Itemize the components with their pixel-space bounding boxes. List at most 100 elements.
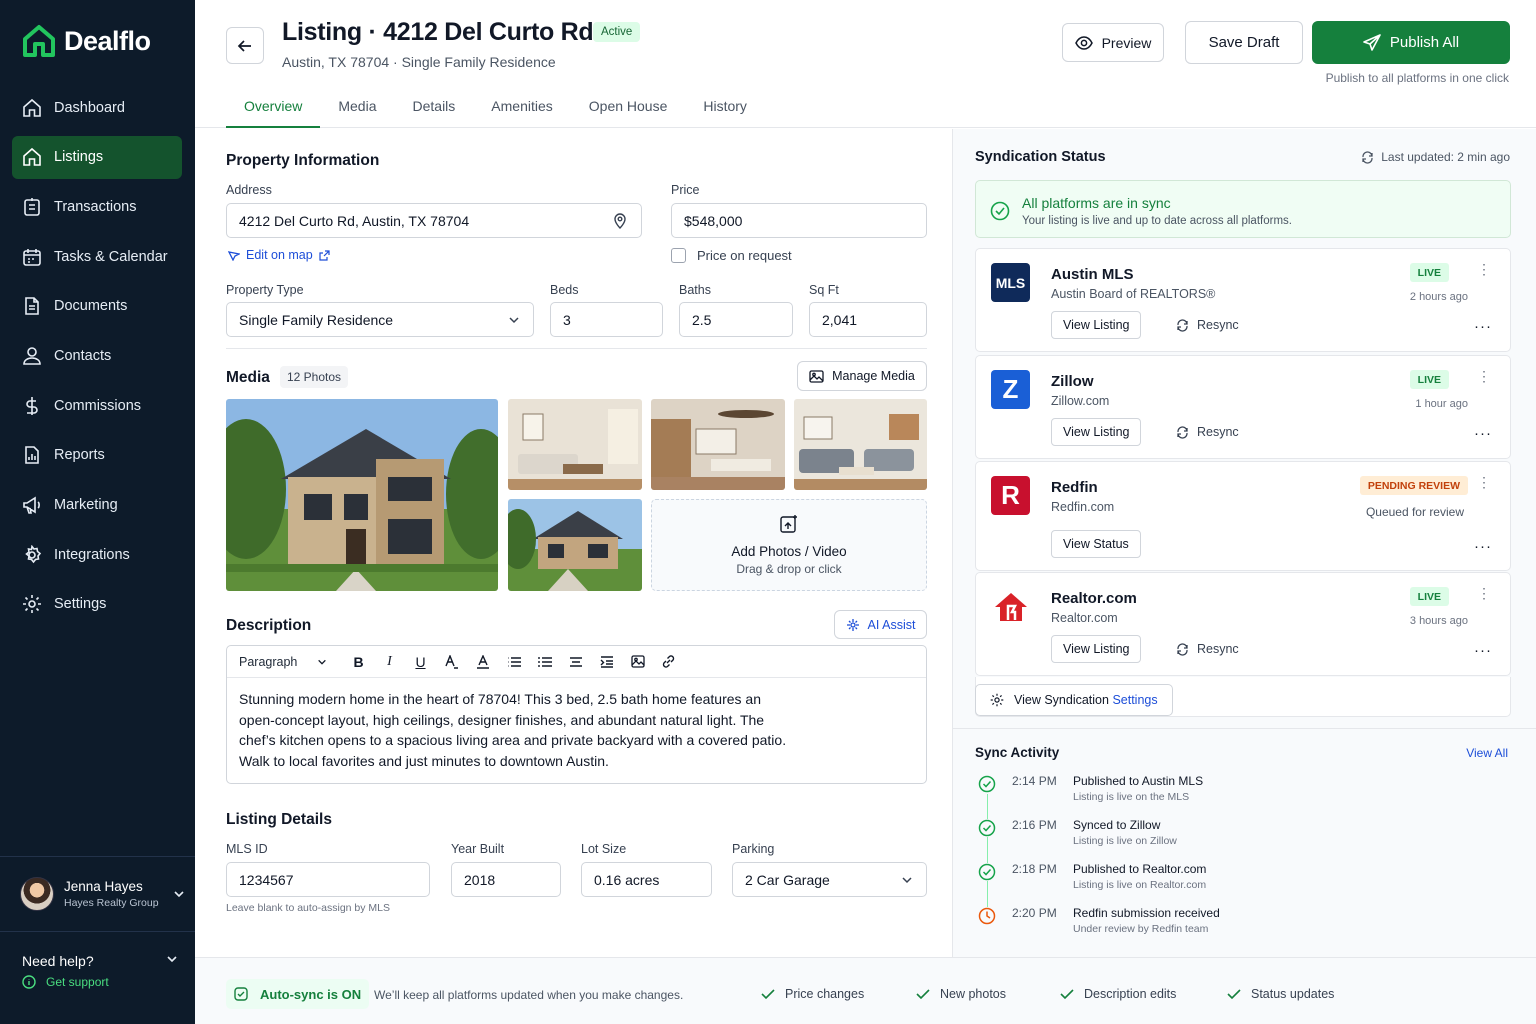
sidebar-item-dashboard[interactable]: Dashboard xyxy=(12,86,182,129)
bullet-list-button[interactable] xyxy=(498,656,529,668)
check-circle-icon xyxy=(978,775,996,793)
numbered-list-button[interactable] xyxy=(529,656,560,668)
activity-subtitle: Listing is live on Realtor.com xyxy=(1073,879,1207,891)
indent-button[interactable] xyxy=(591,655,622,668)
sidebar-nav: Dashboard Listings Transactions Tasks & … xyxy=(12,86,182,633)
sidebar-item-tasks[interactable]: Tasks & Calendar xyxy=(12,235,182,278)
publish-all-button[interactable]: Publish All xyxy=(1312,21,1510,64)
tab-amenities[interactable]: Amenities xyxy=(473,86,570,128)
paragraph-format-select[interactable]: Paragraph xyxy=(239,655,343,669)
kebab-menu-icon[interactable]: ⋮ xyxy=(1477,475,1491,489)
back-button[interactable] xyxy=(226,27,264,64)
align-button[interactable] xyxy=(560,656,591,668)
highlight-button[interactable] xyxy=(467,654,498,669)
report-icon xyxy=(25,446,39,465)
sidebar-item-marketing[interactable]: Marketing xyxy=(12,484,182,527)
user-menu[interactable]: Jenna Hayes Hayes Realty Group xyxy=(0,856,195,932)
parking-select[interactable]: 2 Car Garage xyxy=(732,862,927,897)
baths-field[interactable]: 2.5 xyxy=(679,302,793,337)
view-all-link[interactable]: View All xyxy=(1466,746,1508,760)
description-editor[interactable]: Paragraph B I U Stunning modern home in … xyxy=(226,645,927,784)
sidebar-item-commissions[interactable]: Commissions xyxy=(12,384,182,427)
gear-icon xyxy=(990,693,1004,707)
lot-size-field[interactable]: 0.16 acres xyxy=(581,862,712,897)
more-options-icon[interactable]: ··· xyxy=(1474,425,1492,442)
platform-name: Austin MLS xyxy=(1051,266,1134,283)
tab-overview[interactable]: Overview xyxy=(226,86,321,128)
logo[interactable]: Dealflo xyxy=(22,24,151,58)
activity-item: 2:20 PM Redfin submission received Under… xyxy=(975,906,1515,946)
beds-field[interactable]: 3 xyxy=(550,302,663,337)
refresh-icon xyxy=(1362,150,1373,164)
sidebar-item-reports[interactable]: Reports xyxy=(12,434,182,477)
brand-name: Dealflo xyxy=(64,25,151,56)
autosync-toggle[interactable]: Auto-sync is ON xyxy=(226,979,370,1009)
tab-media[interactable]: Media xyxy=(320,86,394,128)
lot-size-label: Lot Size xyxy=(581,842,627,856)
view-listing-button[interactable]: View Listing xyxy=(1051,311,1142,339)
sidebar-item-settings[interactable]: Settings xyxy=(12,583,182,626)
bold-button[interactable]: B xyxy=(343,654,374,670)
sidebar-item-contacts[interactable]: Contacts xyxy=(12,334,182,377)
kebab-menu-icon[interactable]: ⋮ xyxy=(1477,262,1491,276)
price-on-request-checkbox[interactable]: Price on request xyxy=(671,248,792,263)
parking-value: 2 Car Garage xyxy=(745,871,830,888)
view-listing-button[interactable]: View Listing xyxy=(1051,418,1142,446)
activity-time: 2:20 PM xyxy=(1012,906,1057,920)
year-built-field[interactable]: 2018 xyxy=(451,862,561,897)
photo-thumbnail[interactable] xyxy=(508,499,642,591)
tab-history[interactable]: History xyxy=(685,86,765,128)
platform-card-austin-mls: MLS Austin MLS Austin Board of REALTORS®… xyxy=(975,248,1511,352)
activity-item: 2:16 PM Synced to Zillow Listing is live… xyxy=(975,818,1515,858)
kebab-menu-icon[interactable]: ⋮ xyxy=(1477,586,1491,600)
save-draft-button[interactable]: Save Draft xyxy=(1185,21,1303,64)
property-info-title: Property Information xyxy=(226,152,380,169)
ai-assist-button[interactable]: AI Assist xyxy=(834,610,927,639)
sidebar-item-listings[interactable]: Listings xyxy=(12,135,182,179)
price-field[interactable]: $548,000 xyxy=(671,203,927,238)
photo-thumbnail[interactable] xyxy=(794,399,927,490)
description-text[interactable]: Stunning modern home in the heart of 787… xyxy=(227,678,926,782)
sidebar-item-transactions[interactable]: Transactions xyxy=(12,185,182,228)
platform-subtitle: Zillow.com xyxy=(1051,394,1110,408)
photo-thumbnail[interactable] xyxy=(508,399,642,490)
resync-button[interactable]: Resync xyxy=(1176,318,1239,332)
platform-card-zillow: Z Zillow Zillow.com View Listing Resync … xyxy=(975,355,1511,459)
manage-media-label: Manage Media xyxy=(832,369,915,383)
activity-title: Synced to Zillow xyxy=(1073,818,1161,832)
edit-on-map-link[interactable]: Edit on map xyxy=(228,248,330,262)
tab-open-house[interactable]: Open House xyxy=(571,86,686,128)
chevron-down-icon xyxy=(173,891,184,898)
view-listing-button[interactable]: View Listing xyxy=(1051,635,1142,663)
photo-thumbnail[interactable] xyxy=(651,399,785,490)
insert-image-button[interactable] xyxy=(622,655,653,668)
resync-button[interactable]: Resync xyxy=(1176,425,1239,439)
document-icon xyxy=(24,197,40,216)
sqft-field[interactable]: 2,041 xyxy=(809,302,927,337)
address-field[interactable]: 4212 Del Curto Rd, Austin, TX 78704 xyxy=(226,203,642,238)
italic-button[interactable]: I xyxy=(374,654,405,670)
insert-link-button[interactable] xyxy=(653,654,684,669)
property-type-select[interactable]: Single Family Residence xyxy=(226,302,534,337)
add-photos-dropzone[interactable]: Add Photos / Video Drag & drop or click xyxy=(651,499,927,591)
underline-button[interactable]: U xyxy=(405,654,436,670)
last-updated[interactable]: Last updated: 2 min ago xyxy=(1361,150,1510,164)
more-options-icon[interactable]: ··· xyxy=(1474,538,1492,555)
sync-trigger-label: Price changes xyxy=(785,987,865,1001)
more-options-icon[interactable]: ··· xyxy=(1474,318,1492,335)
tab-details[interactable]: Details xyxy=(395,86,474,128)
cover-photo[interactable] xyxy=(226,399,498,591)
sidebar-item-documents[interactable]: Documents xyxy=(12,285,182,328)
resync-button[interactable]: Resync xyxy=(1176,642,1239,656)
sidebar-item-integrations[interactable]: Integrations xyxy=(12,533,182,576)
more-options-icon[interactable]: ··· xyxy=(1474,642,1492,659)
get-support-link[interactable]: Get support xyxy=(46,975,109,989)
manage-media-button[interactable]: Manage Media xyxy=(797,361,927,391)
text-color-button[interactable] xyxy=(436,654,467,669)
help-panel[interactable]: Need help? Get support xyxy=(22,953,178,989)
view-status-button[interactable]: View Status xyxy=(1051,530,1141,558)
view-syndication-settings-button[interactable]: View Syndication Settings xyxy=(975,684,1173,716)
preview-button[interactable]: Preview xyxy=(1062,23,1164,62)
mls-id-field[interactable]: 1234567 xyxy=(226,862,430,897)
kebab-menu-icon[interactable]: ⋮ xyxy=(1477,369,1491,383)
